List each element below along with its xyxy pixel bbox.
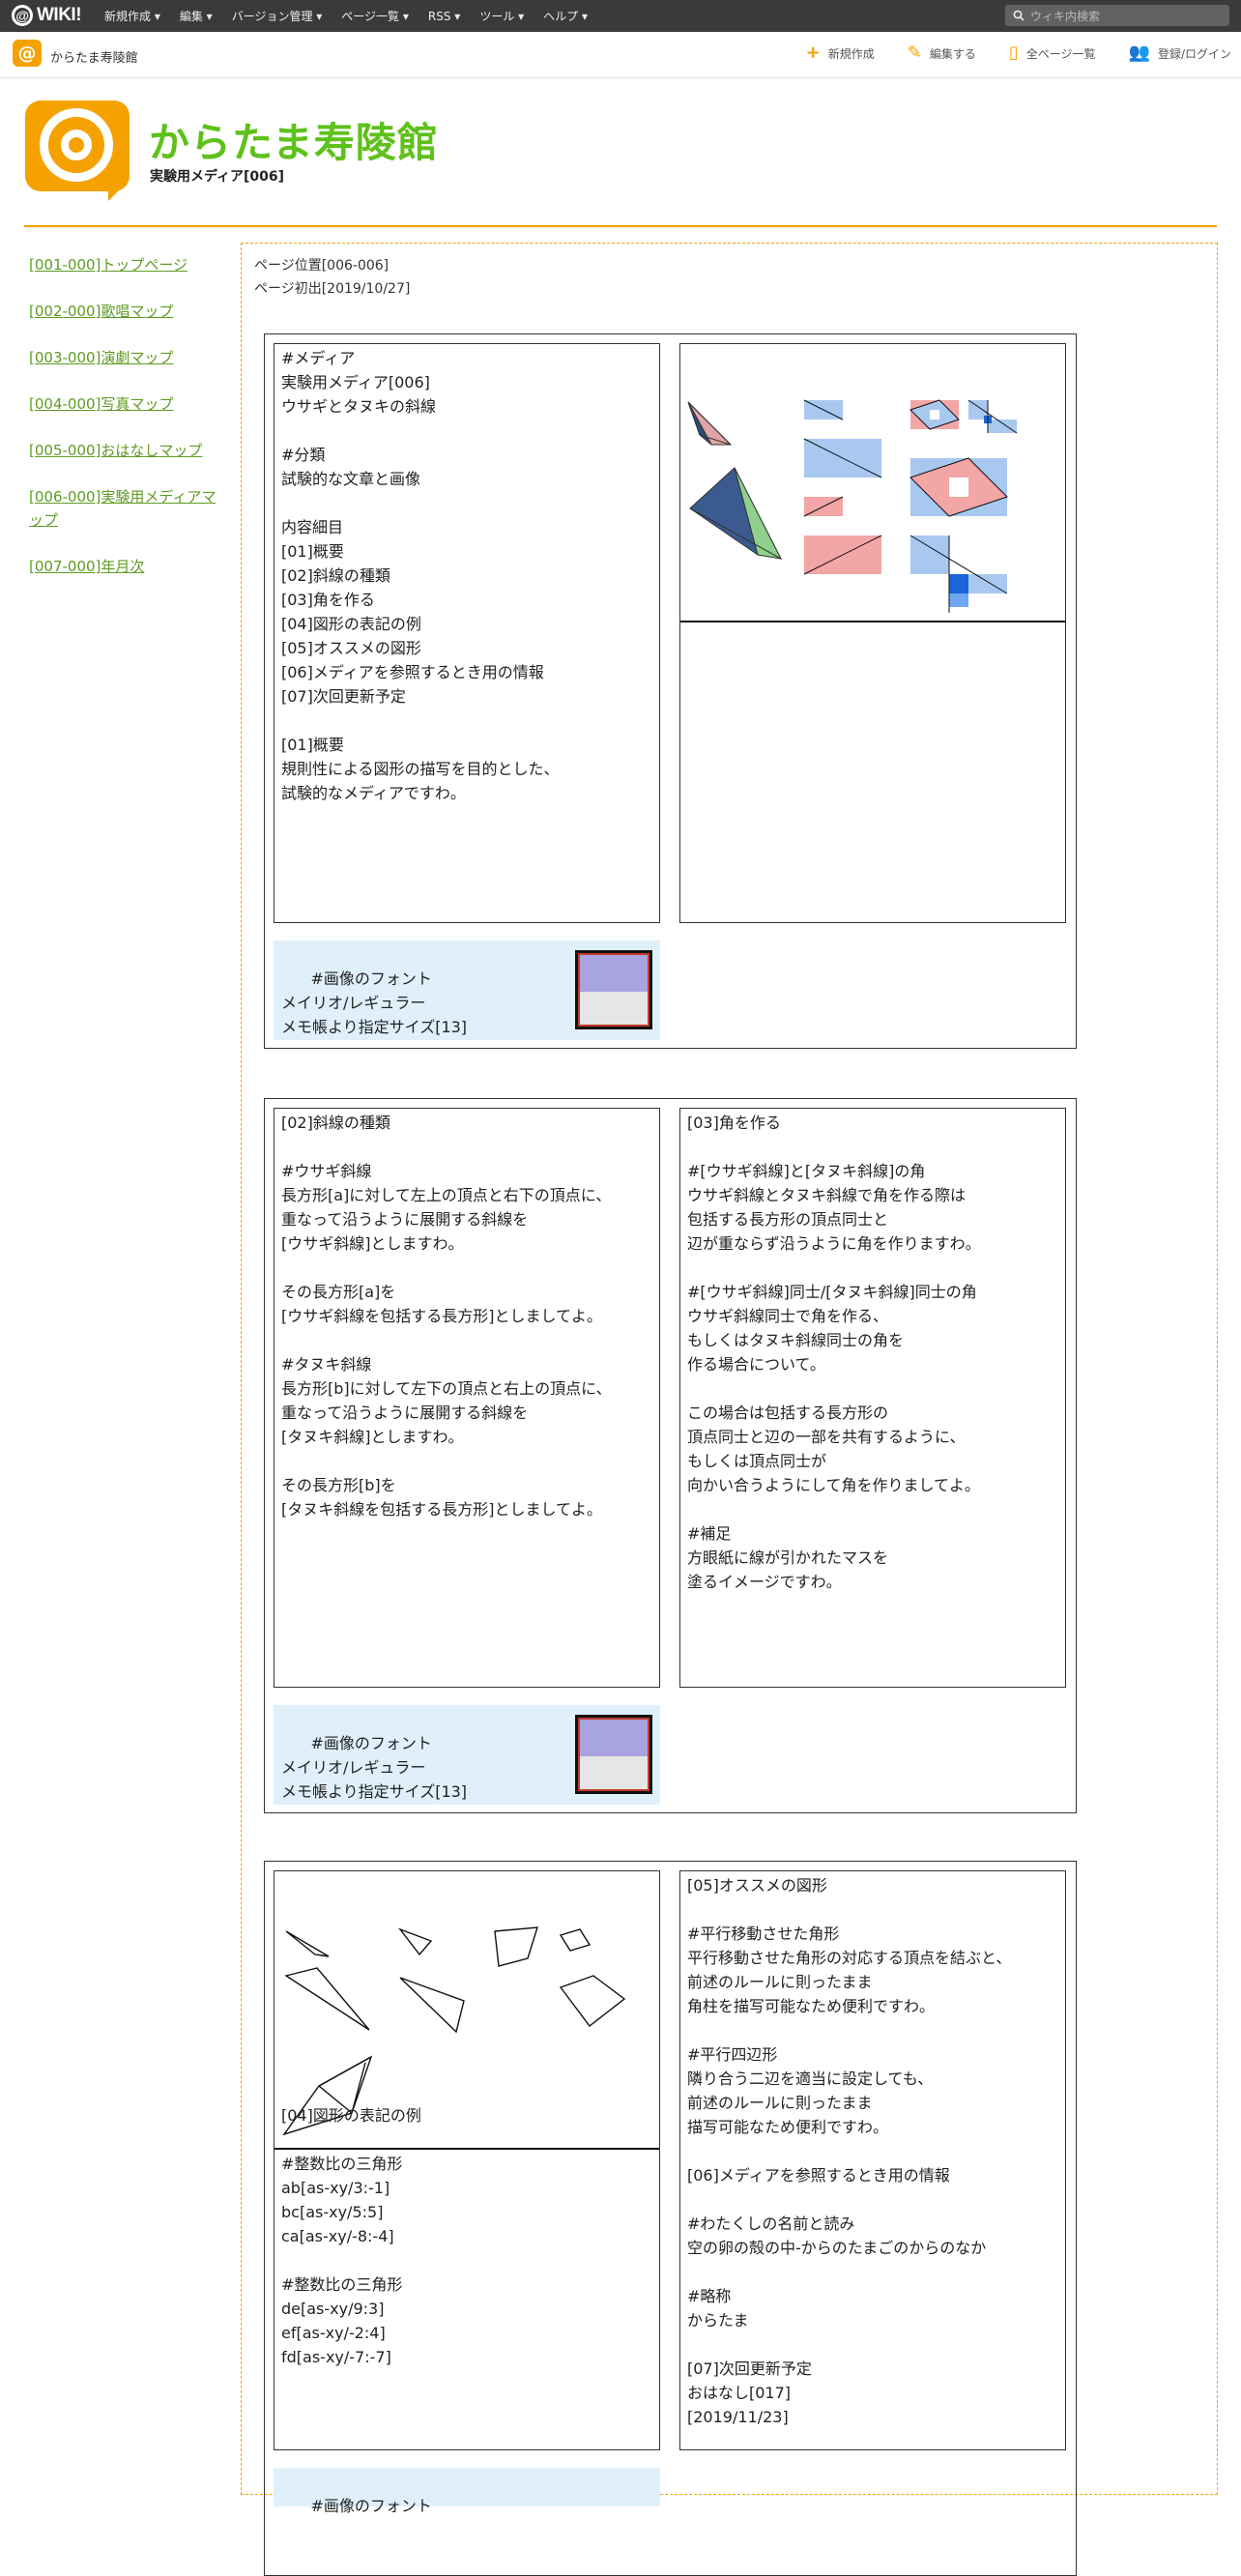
image-font-info-2: #画像のフォント メイリオ/レギュラー メモ帳より指定サイズ[13]	[274, 1705, 660, 1805]
search-input[interactable]: ウィキ内検索	[1005, 5, 1229, 26]
font-color-swatch-2	[575, 1715, 652, 1794]
wiki-title[interactable]: からたま寿陵館	[149, 110, 439, 169]
menu-rss[interactable]: RSS ▾	[428, 10, 460, 23]
sidebar-item-calendar[interactable]: [007-000]年月次	[29, 555, 227, 578]
page-info: ページ位置[006-006] ページ初出[2019/10/27]	[254, 254, 410, 301]
font-color-swatch	[575, 950, 652, 1029]
all-pages-button[interactable]: ▯ 全ページ一覧	[1009, 44, 1096, 62]
new-page-label: 新規作成	[827, 46, 875, 61]
sidebar-item-photo[interactable]: [004-000]写真マップ	[29, 392, 227, 416]
top-menu: 新規作成 ▾ 編集 ▾ バージョン管理 ▾ ページ一覧 ▾ RSS ▾ ツール …	[104, 0, 588, 32]
corner-text: [03]角を作る #[ウサギ斜線]と[タヌキ斜線]の角 ウサギ斜線とタヌキ斜線で…	[679, 1108, 1066, 1688]
font-info-heading-3: #画像のフォント	[310, 2497, 432, 2515]
logo-tail	[108, 180, 130, 201]
image-font-info: #画像のフォント メイリオ/レギュラー メモ帳より指定サイズ[13]	[274, 941, 660, 1040]
diagonal-types-text: [02]斜線の種類 #ウサギ斜線 長方形[a]に対して左上の頂点と右下の頂点に、…	[274, 1108, 660, 1688]
site-logo-icon[interactable]: @	[13, 40, 42, 67]
shape-notation-text: [04]図形の表記の例 #整数比の三角形 ab[as-xy/3:-1] bc[a…	[281, 2106, 421, 2366]
search-placeholder: ウィキ内検索	[1030, 9, 1101, 23]
at-dot-icon	[61, 130, 92, 160]
menu-tools[interactable]: ツール ▾	[479, 8, 524, 24]
menu-edit[interactable]: 編集 ▾	[180, 8, 213, 24]
sidebar-item-drama[interactable]: [003-000]演劇マップ	[29, 346, 227, 369]
edit-button[interactable]: ✎ 編集する	[908, 44, 976, 62]
sidebar: [001-000]トップページ [002-000]歌唱マップ [003-000]…	[29, 253, 227, 601]
diagonal-shapes-image[interactable]	[680, 392, 1065, 622]
search-icon	[1013, 10, 1025, 21]
atwiki-logo[interactable]: @ WIKI!	[12, 5, 82, 26]
font-info-text: #画像のフォント メイリオ/レギュラー メモ帳より指定サイズ[13]	[281, 970, 468, 1036]
recommended-shapes-text: [05]オススメの図形 #平行移動させた角形 平行移動させた角形の対応する頂点を…	[679, 1870, 1066, 2450]
site-bar: @ からたま寿陵館 + 新規作成 ✎ 編集する ▯ 全ページ一覧 👥 登録/ログ…	[0, 32, 1241, 78]
plus-icon: +	[805, 43, 821, 63]
site-name[interactable]: からたま寿陵館	[50, 47, 138, 66]
shape-examples-panel: [04]図形の表記の例 #整数比の三角形 ab[as-xy/3:-1] bc[a…	[274, 1870, 660, 2450]
font-info-text-2: #画像のフォント メイリオ/レギュラー メモ帳より指定サイズ[13]	[281, 1734, 468, 1801]
media-section-2: [02]斜線の種類 #ウサギ斜線 長方形[a]に対して左上の頂点と右下の頂点に、…	[264, 1098, 1077, 1813]
menu-pages[interactable]: ページ一覧 ▾	[341, 8, 409, 24]
top-bar: @ WIKI! 新規作成 ▾ 編集 ▾ バージョン管理 ▾ ページ一覧 ▾ RS…	[0, 0, 1241, 32]
sidebar-item-story[interactable]: [005-000]おはなしマップ	[29, 439, 227, 462]
edit-label: 編集する	[929, 46, 976, 61]
header-divider	[24, 225, 1217, 227]
sidebar-item-experimental[interactable]: [006-000]実験用メディアマップ	[29, 485, 227, 532]
logo-text: WIKI!	[37, 5, 82, 25]
wiki-logo[interactable]	[25, 101, 130, 201]
pencil-icon: ✎	[907, 43, 922, 63]
all-pages-label: 全ページ一覧	[1025, 46, 1096, 61]
image-panel	[679, 343, 1066, 923]
wiki-subtitle: 実験用メディア[006]	[150, 169, 285, 185]
media-section-1: #メディア 実験用メディア[006] ウサギとタヌキの斜線 #分類 試験的な文章…	[264, 333, 1077, 1049]
document-icon: ▯	[1008, 43, 1019, 63]
sidebar-item-top[interactable]: [001-000]トップページ	[29, 253, 227, 276]
menu-help[interactable]: ヘルプ ▾	[543, 8, 588, 24]
page-first-date: ページ初出[2019/10/27]	[254, 281, 411, 297]
menu-version[interactable]: バージョン管理 ▾	[232, 8, 323, 24]
page-position: ページ位置[006-006]	[254, 258, 390, 274]
media-section-3: [04]図形の表記の例 #整数比の三角形 ab[as-xy/3:-1] bc[a…	[264, 1861, 1077, 2576]
login-label: 登録/ログイン	[1157, 46, 1231, 61]
site-actions: + 新規作成 ✎ 編集する ▯ 全ページ一覧 👥 登録/ログイン	[806, 44, 1231, 62]
login-button[interactable]: 👥 登録/ログイン	[1129, 44, 1231, 62]
menu-new[interactable]: 新規作成 ▾	[104, 8, 160, 24]
overview-text: #メディア 実験用メディア[006] ウサギとタヌキの斜線 #分類 試験的な文章…	[274, 343, 660, 923]
image-font-info-3: #画像のフォント	[274, 2468, 660, 2515]
new-page-button[interactable]: + 新規作成	[806, 44, 875, 62]
at-icon: @	[12, 5, 33, 26]
sidebar-item-singing[interactable]: [002-000]歌唱マップ	[29, 300, 227, 323]
main-content: ページ位置[006-006] ページ初出[2019/10/27] #メディア 実…	[241, 243, 1218, 2576]
users-icon: 👥	[1128, 43, 1150, 63]
